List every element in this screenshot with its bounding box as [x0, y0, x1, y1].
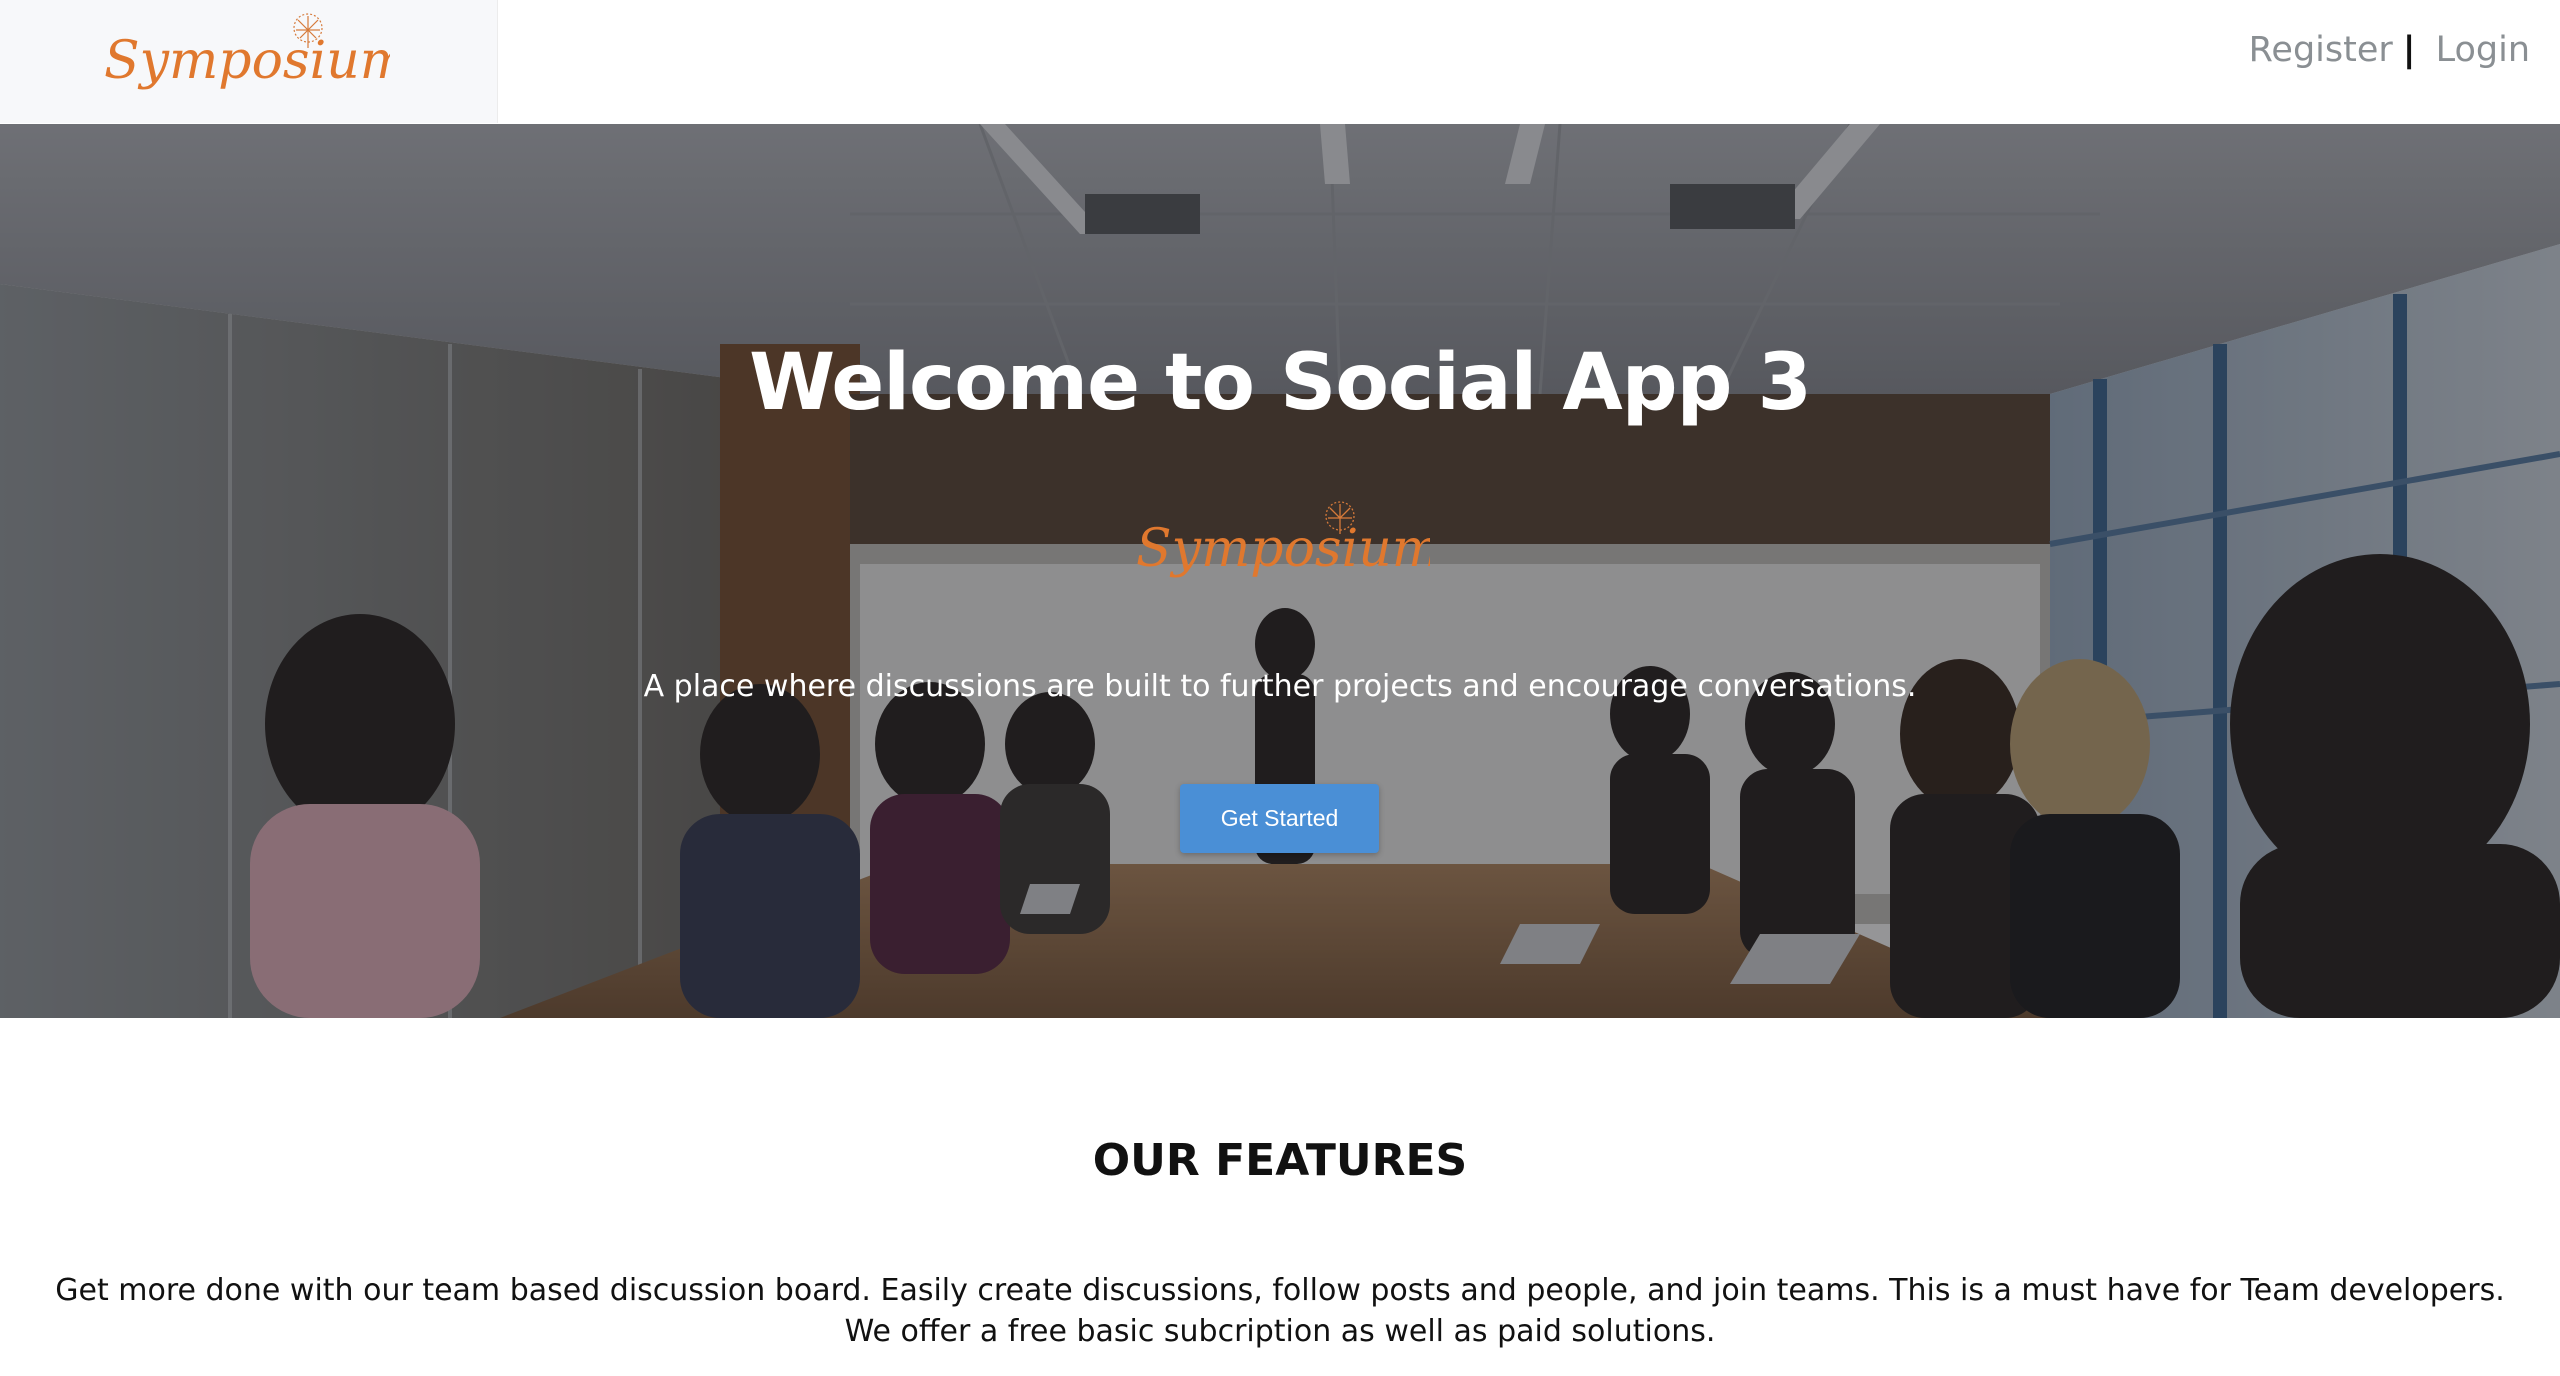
hero-section: Welcome to Social App 3 Symposium A plac…: [0, 124, 2560, 1018]
brand-logo-container[interactable]: Symposium: [0, 0, 498, 123]
get-started-button[interactable]: Get Started: [1180, 784, 1379, 853]
login-link[interactable]: Login: [2436, 30, 2530, 70]
hero-logo-wordmark: Symposium: [1136, 519, 1430, 579]
top-navbar: Symposium Register | Login: [0, 0, 2560, 125]
features-heading: OUR FEATURES: [1092, 1135, 1468, 1186]
hero-title: Welcome to Social App 3: [749, 338, 1812, 428]
symposium-logo[interactable]: Symposium: [100, 8, 390, 108]
hero-symposium-logo: Symposium: [1136, 501, 1430, 579]
nav-separator: |: [2402, 30, 2416, 70]
auth-links: Register | Login: [2249, 30, 2530, 70]
hero-tagline: A place where discussions are built to f…: [643, 669, 1917, 704]
register-link[interactable]: Register: [2249, 30, 2393, 70]
logo-wordmark: Symposium: [104, 31, 390, 91]
features-description: Get more done with our team based discus…: [55, 1273, 2505, 1349]
